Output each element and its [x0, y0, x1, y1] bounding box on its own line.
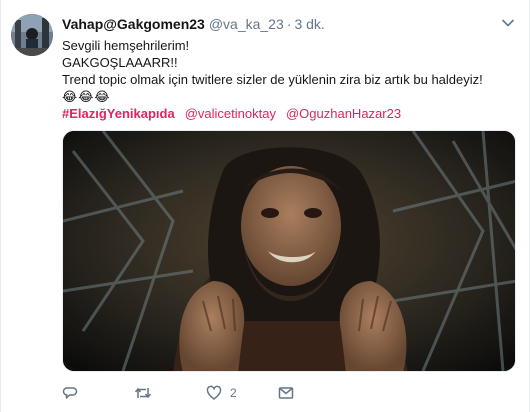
reply-button[interactable] [62, 382, 78, 404]
tweet-card[interactable]: Vahap@Gakgomen23 @va_ka_23 · 3 dk. Sevgili … [0, 0, 530, 412]
heart-icon [206, 385, 222, 400]
hashtag-link[interactable]: #ElazığYenikapıda [62, 106, 175, 121]
retweet-icon [134, 387, 152, 399]
display-name[interactable]: Vahap@Gakgomen23 [62, 16, 205, 32]
tweet-text: Sevgili hemşehrilerim! GAKGOŞLAAARR!! Tr… [62, 37, 512, 122]
reply-icon [62, 387, 78, 399]
emoji-line: 😂😂😂 [62, 89, 111, 104]
envelope-icon [278, 387, 294, 399]
tweet-links: #ElazığYenikapıda @valicetinoktay @Oguzhan… [62, 105, 512, 122]
retweet-button[interactable] [134, 382, 152, 404]
user-handle[interactable]: @va_ka_23 [209, 16, 284, 32]
like-count: 2 [230, 386, 237, 400]
tweet-time[interactable]: 3 dk. [294, 16, 324, 32]
tweet-line: GAKGOŞLAAARR!! [62, 55, 178, 70]
tweet-media-image[interactable] [62, 130, 516, 372]
tweet-actions: 2 [62, 382, 362, 404]
tweet-line: Trend topic olmak için twitlere sizler d… [62, 72, 483, 87]
mention-link[interactable]: @valicetinoktay [185, 106, 276, 121]
mention-link[interactable]: @OguzhanHazar23 [286, 106, 401, 121]
like-button[interactable]: 2 [206, 382, 237, 404]
tweet-header: Vahap@Gakgomen23 @va_ka_23 · 3 dk. [62, 15, 325, 33]
separator-dot: · [286, 16, 292, 32]
tweet-line: Sevgili hemşehrilerim! [62, 38, 190, 53]
avatar[interactable] [11, 14, 53, 56]
direct-message-button[interactable] [278, 382, 294, 404]
chevron-down-icon[interactable] [501, 16, 515, 30]
